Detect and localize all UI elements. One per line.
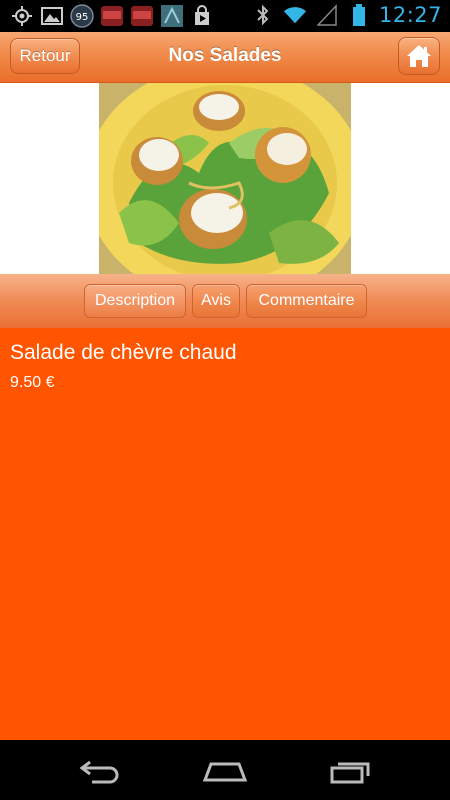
wifi-icon	[283, 3, 307, 27]
nav-recent-apps-button[interactable]	[325, 756, 375, 786]
dish-price: 9.50 €	[10, 374, 55, 391]
page-title: Nos Salades	[168, 45, 282, 66]
notification-95-icon: 95	[70, 4, 94, 28]
tab-description[interactable]: Description	[84, 284, 186, 318]
gps-icon	[10, 4, 34, 28]
system-nav-bar	[0, 740, 450, 800]
nav-home-button[interactable]	[200, 756, 250, 786]
app-header: Retour Nos Salades	[0, 32, 450, 83]
tab-commentaire[interactable]: Commentaire	[246, 284, 367, 318]
dish-name: Salade de chèvre chaud	[10, 341, 237, 364]
dish-details: Salade de chèvre chaud 9.50 €	[0, 328, 450, 740]
nav-back-button[interactable]	[75, 756, 125, 786]
signal-icon	[315, 3, 339, 27]
battery-icon	[347, 3, 371, 27]
status-bar-system: 12:27	[251, 3, 442, 27]
home-button[interactable]	[398, 37, 440, 75]
status-clock: 12:27	[378, 3, 442, 27]
dish-photo	[99, 83, 351, 274]
dish-image-container	[0, 83, 450, 274]
shopping-bag-icon	[190, 4, 214, 28]
app-icon-2	[130, 4, 154, 28]
status-bar-notifications: 95	[10, 4, 214, 28]
bluetooth-icon	[251, 3, 275, 27]
tab-avis[interactable]: Avis	[192, 284, 240, 318]
home-outline-icon	[202, 762, 248, 782]
tab-bar: Description Avis Commentaire	[0, 274, 450, 328]
back-arrow-icon	[79, 760, 119, 784]
gallery-icon	[40, 4, 64, 28]
status-bar: 95 12:27	[0, 0, 450, 32]
notification-count: 95	[76, 12, 89, 23]
app-icon-3	[160, 4, 184, 28]
recent-apps-icon	[330, 762, 370, 784]
app-icon-1	[100, 4, 124, 28]
home-icon	[407, 45, 431, 67]
